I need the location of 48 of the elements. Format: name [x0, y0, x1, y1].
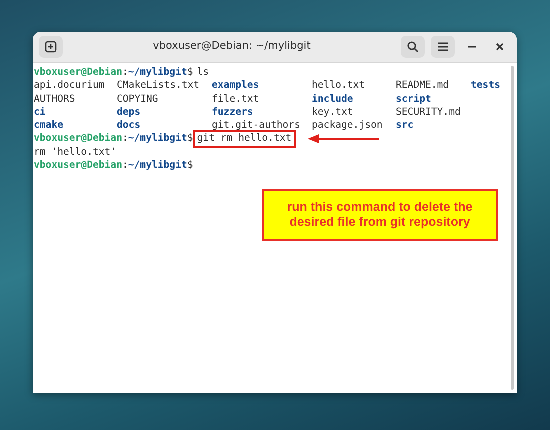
file-name: git.git-authors	[212, 119, 302, 132]
directory-name: ci	[34, 106, 47, 120]
file-name: key.txt	[312, 106, 354, 120]
menu-button[interactable]	[431, 36, 455, 58]
file-name: CMakeLists.txt	[117, 79, 201, 93]
window-title: vboxuser@Debian: ~/mylibgit	[152, 39, 312, 54]
callout-note: run this command to delete the desired file from git repository	[262, 189, 498, 241]
prompt-user-host: vboxuser@Debian	[34, 132, 122, 146]
close-icon	[496, 43, 504, 51]
minimize-icon	[468, 46, 476, 48]
directory-name: docs	[117, 119, 142, 132]
prompt-path: ~/mylibgit	[128, 132, 188, 146]
scrollbar[interactable]	[511, 66, 514, 390]
file-name: AUTHORS	[34, 92, 76, 106]
prompt-separator: :	[122, 159, 128, 172]
file-name: api.docurium	[34, 79, 106, 93]
prompt-path: ~/mylibgit	[128, 66, 188, 80]
file-name: hello.txt	[312, 79, 366, 93]
directory-name: examples	[212, 79, 260, 93]
file-name: file.txt	[212, 92, 260, 106]
directory-name: fuzzers	[212, 106, 254, 120]
prompt-user-host: vboxuser@Debian	[34, 66, 122, 80]
prompt-user-host: vboxuser@Debian	[34, 159, 122, 172]
directory-name: cmake	[34, 119, 64, 132]
search-icon	[407, 41, 419, 53]
file-name: package.json	[312, 119, 384, 132]
command-output: rm 'hello.txt'	[34, 146, 117, 160]
new-tab-button[interactable]	[39, 36, 63, 58]
command: ls	[196, 66, 210, 80]
search-button[interactable]	[401, 36, 425, 58]
menu-icon	[437, 42, 449, 52]
file-name: README.md	[396, 79, 450, 93]
directory-name: include	[312, 92, 354, 106]
directory-name: script	[396, 92, 432, 106]
prompt-sign: $	[187, 66, 194, 80]
new-tab-icon	[45, 41, 57, 53]
file-name: SECURITY.md	[396, 106, 462, 120]
prompt-separator: :	[122, 66, 128, 80]
prompt-separator: :	[122, 132, 128, 146]
directory-name: src	[396, 119, 415, 132]
prompt-sign: $	[187, 132, 194, 146]
highlighted-command: git rm hello.txt	[193, 130, 296, 148]
prompt-sign: $	[187, 159, 194, 172]
directory-name: tests	[471, 79, 502, 93]
arrow	[308, 134, 379, 144]
file-name: COPYING	[117, 92, 160, 106]
prompt-path: ~/mylibgit	[128, 159, 188, 172]
directory-name: deps	[117, 106, 142, 120]
